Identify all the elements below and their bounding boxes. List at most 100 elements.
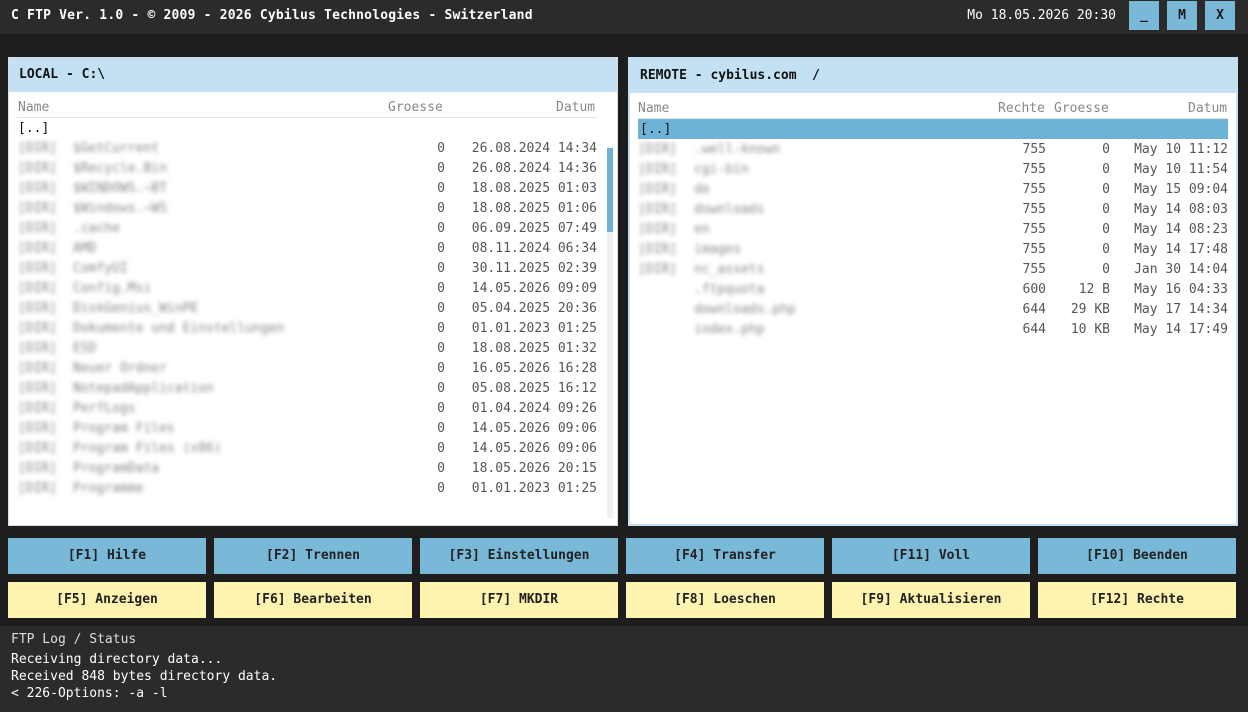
f11-voll-button[interactable]: [F11] Voll [832, 538, 1030, 574]
local-file-size: 0 [437, 321, 445, 336]
local-scroll-thumb[interactable] [607, 148, 613, 232]
local-file-type: [DIR] [18, 201, 58, 216]
remote-file-type: [DIR] [638, 202, 678, 217]
local-file-row[interactable]: [DIR] Program Files (x86) 0 14.05.2026 09:0… [9, 438, 617, 458]
local-col-size[interactable]: Groesse [388, 100, 443, 115]
local-file-row[interactable]: [DIR] NotepadApplication 0 05.08.2025 16:12 [9, 378, 617, 398]
f5-anzeigen-button[interactable]: [F5] Anzeigen [8, 582, 206, 618]
f6-bearbeiten-button[interactable]: [F6] Bearbeiten [214, 582, 412, 618]
remote-file-type: [DIR] [638, 262, 678, 277]
remote-file-rights: 755 [1022, 242, 1046, 257]
f4-transfer-button[interactable]: [F4] Transfer [626, 538, 824, 574]
remote-file-row[interactable]: [DIR] nc_assets 755 0 Jan 30 14:04 [630, 259, 1236, 279]
local-file-list[interactable]: [..] [DIR] $GetCurrent 0 26.08.2024 14:34 [D… [9, 118, 617, 498]
local-file-date: 16.05.2026 16:28 [471, 361, 597, 376]
remote-file-row[interactable]: [DIR] images 755 0 May 14 17:48 [630, 239, 1236, 259]
remote-file-name: downloads.php [694, 302, 796, 317]
local-scrollbar[interactable] [607, 146, 613, 518]
local-file-row[interactable]: [DIR] Neuer Ordner 0 16.05.2026 16:28 [9, 358, 617, 378]
local-file-row[interactable]: [DIR] AMD 0 08.11.2024 06:34 [9, 238, 617, 258]
ftp-log: FTP Log / Status Receiving directory dat… [0, 626, 1248, 712]
remote-file-rights: 755 [1022, 222, 1046, 237]
remote-file-rights: 755 [1022, 142, 1046, 157]
local-file-size: 0 [437, 401, 445, 416]
local-file-name: ComfyUI [73, 261, 128, 276]
local-file-row[interactable]: [DIR] Dokumente und Einstellungen 0 01.01.2… [9, 318, 617, 338]
local-file-type: [DIR] [18, 441, 58, 456]
remote-file-size: 10 KB [1070, 322, 1110, 337]
remote-col-rights[interactable]: Rechte [998, 101, 1045, 116]
local-file-row[interactable]: [DIR] Program Files 0 14.05.2026 09:06 [9, 418, 617, 438]
remote-file-row[interactable]: [DIR] downloads 755 0 May 14 08:03 [630, 199, 1236, 219]
remote-file-row[interactable]: [DIR] de 755 0 May 15 09:04 [630, 179, 1236, 199]
local-file-row[interactable]: [DIR] ComfyUI 0 30.11.2025 02:39 [9, 258, 617, 278]
remote-file-row[interactable]: downloads.php 644 29 KB May 17 14:34 [630, 299, 1236, 319]
remote-file-row[interactable]: .ftpquota 600 12 B May 16 04:33 [630, 279, 1236, 299]
remote-col-size[interactable]: Groesse [1054, 101, 1109, 116]
local-file-row[interactable]: [DIR] ESD 0 18.08.2025 01:32 [9, 338, 617, 358]
local-file-name: ESD [73, 341, 97, 356]
local-file-date: 01.04.2024 09:26 [471, 401, 597, 416]
local-file-row[interactable]: [DIR] ProgramData 0 18.05.2026 20:15 [9, 458, 617, 478]
f7-mkdir-button[interactable]: [F7] MKDIR [420, 582, 618, 618]
local-file-size: 0 [437, 241, 445, 256]
local-file-type: [DIR] [18, 301, 58, 316]
local-file-name: Dokumente und Einstellungen [73, 321, 285, 336]
local-file-name: ProgramData [73, 461, 160, 476]
local-panel-header: LOCAL - C:\ [9, 58, 617, 92]
local-file-size: 0 [437, 161, 445, 176]
local-file-row[interactable]: [DIR] DiskGenius_WinPE 0 05.04.2025 20:36 [9, 298, 617, 318]
local-file-row[interactable]: [DIR] $GetCurrent 0 26.08.2024 14:34 [9, 138, 617, 158]
local-file-row[interactable]: [DIR] .cache 0 06.09.2025 07:49 [9, 218, 617, 238]
local-file-row[interactable]: [DIR] Config.Msi 0 14.05.2026 09:09 [9, 278, 617, 298]
local-file-name: .cache [73, 221, 120, 236]
remote-file-list[interactable]: [..] [DIR] .well-known 755 0 May 10 11:12 [DI… [630, 119, 1236, 339]
local-col-date[interactable]: Datum [556, 100, 595, 115]
local-file-name: Program Files [73, 421, 175, 436]
f3-einstellungen-button[interactable]: [F3] Einstellungen [420, 538, 618, 574]
f10-beenden-button[interactable]: [F10] Beenden [1038, 538, 1236, 574]
local-file-row[interactable]: [DIR] PerfLogs 0 01.04.2024 09:26 [9, 398, 617, 418]
close-button[interactable]: X [1205, 1, 1235, 30]
remote-file-row[interactable]: [DIR] en 755 0 May 14 08:23 [630, 219, 1236, 239]
remote-file-row[interactable]: [DIR] cgi-bin 755 0 May 10 11:54 [630, 159, 1236, 179]
f2-trennen-button[interactable]: [F2] Trennen [214, 538, 412, 574]
remote-file-date: Jan 30 14:04 [1134, 262, 1228, 277]
local-file-date: 06.09.2025 07:49 [471, 221, 597, 236]
remote-file-size: 0 [1102, 202, 1110, 217]
local-file-name: $Recycle.Bin [73, 161, 167, 176]
f9-aktualisieren-button[interactable]: [F9] Aktualisieren [832, 582, 1030, 618]
remote-file-row[interactable]: [DIR] .well-known 755 0 May 10 11:12 [630, 139, 1236, 159]
minimize-button[interactable]: _ [1129, 1, 1159, 30]
local-file-type: [DIR] [18, 141, 58, 156]
local-file-type: [DIR] [18, 221, 58, 236]
f1-hilfe-button[interactable]: [F1] Hilfe [8, 538, 206, 574]
local-file-row[interactable]: [DIR] Programme 0 01.01.2023 01:25 [9, 478, 617, 498]
local-file-type: [DIR] [18, 341, 58, 356]
local-file-row[interactable]: [DIR] $WINDOWS.~BT 0 18.08.2025 01:03 [9, 178, 617, 198]
remote-file-size: 0 [1102, 182, 1110, 197]
local-file-size: 0 [437, 301, 445, 316]
local-parent-dir[interactable]: [..] [9, 118, 617, 138]
local-file-row[interactable]: [DIR] $Windows.~WS 0 18.08.2025 01:06 [9, 198, 617, 218]
remote-file-type: [DIR] [638, 222, 678, 237]
remote-file-rights: 644 [1022, 322, 1046, 337]
remote-file-row[interactable]: index.php 644 10 KB May 14 17:49 [630, 319, 1236, 339]
remote-parent-dir[interactable]: [..] [638, 119, 1228, 139]
remote-col-name[interactable]: Name [638, 101, 669, 116]
remote-file-rights: 755 [1022, 182, 1046, 197]
local-file-name: PerfLogs [73, 401, 136, 416]
f8-loeschen-button[interactable]: [F8] Loeschen [626, 582, 824, 618]
local-col-name[interactable]: Name [18, 100, 49, 115]
f12-rechte-button[interactable]: [F12] Rechte [1038, 582, 1236, 618]
local-file-type: [DIR] [18, 461, 58, 476]
local-file-size: 0 [437, 421, 445, 436]
maximize-button[interactable]: M [1167, 1, 1197, 30]
remote-col-date[interactable]: Datum [1188, 101, 1227, 116]
local-file-row[interactable]: [DIR] $Recycle.Bin 0 26.08.2024 14:36 [9, 158, 617, 178]
remote-file-type: [DIR] [638, 182, 678, 197]
remote-file-date: May 16 04:33 [1134, 282, 1228, 297]
local-file-type: [DIR] [18, 281, 58, 296]
remote-column-headers: Name Rechte Groesse Datum [630, 93, 1236, 119]
remote-parent-label: [..] [640, 122, 672, 137]
